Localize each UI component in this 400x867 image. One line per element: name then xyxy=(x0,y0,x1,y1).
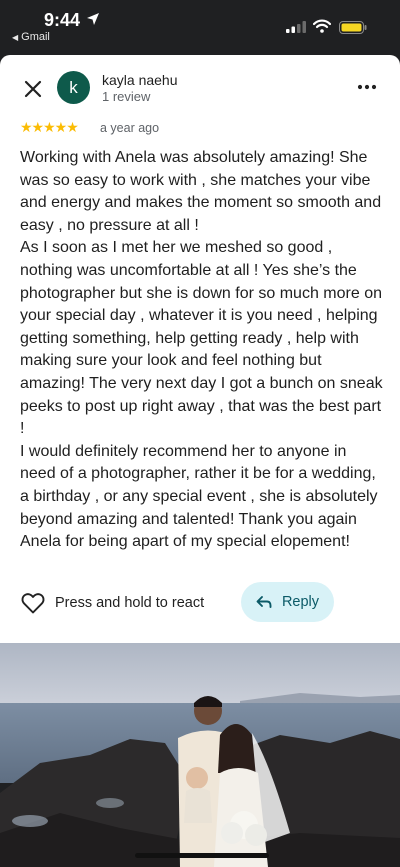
review-card: k kayla naehu 1 review ★★★★★ a year ago … xyxy=(0,55,400,643)
react-label: Press and hold to react xyxy=(55,595,205,611)
more-options-icon[interactable] xyxy=(357,83,377,91)
status-time: 9:44 xyxy=(44,10,81,30)
reply-button[interactable]: Reply xyxy=(241,582,334,622)
review-photo[interactable] xyxy=(0,643,400,867)
review-text: Working with Anela was absolutely amazin… xyxy=(20,149,383,551)
heart-icon xyxy=(21,593,45,614)
close-icon[interactable] xyxy=(22,78,44,100)
back-to-app-link[interactable]: ◀ Gmail xyxy=(12,31,50,43)
review-time: a year ago xyxy=(100,121,160,135)
photo-illustration xyxy=(0,643,400,867)
star-rating: ★★★★★ xyxy=(20,119,79,135)
avatar[interactable]: k xyxy=(57,71,90,104)
react-button[interactable]: Press and hold to react xyxy=(21,590,204,616)
status-bar: 9:44 ◀ Gmail xyxy=(0,0,400,52)
wifi-icon xyxy=(313,19,331,33)
home-indicator[interactable] xyxy=(135,853,269,858)
reviewer-name[interactable]: kayla naehu xyxy=(102,72,178,88)
signal-icon xyxy=(286,21,306,33)
back-app-label: Gmail xyxy=(21,31,50,43)
review-count: 1 review xyxy=(102,89,151,104)
battery-icon xyxy=(339,21,367,34)
reply-arrow-icon xyxy=(256,596,272,608)
reply-label: Reply xyxy=(281,594,320,610)
location-arrow-icon xyxy=(87,13,99,25)
back-caret-icon: ◀ xyxy=(12,33,19,42)
